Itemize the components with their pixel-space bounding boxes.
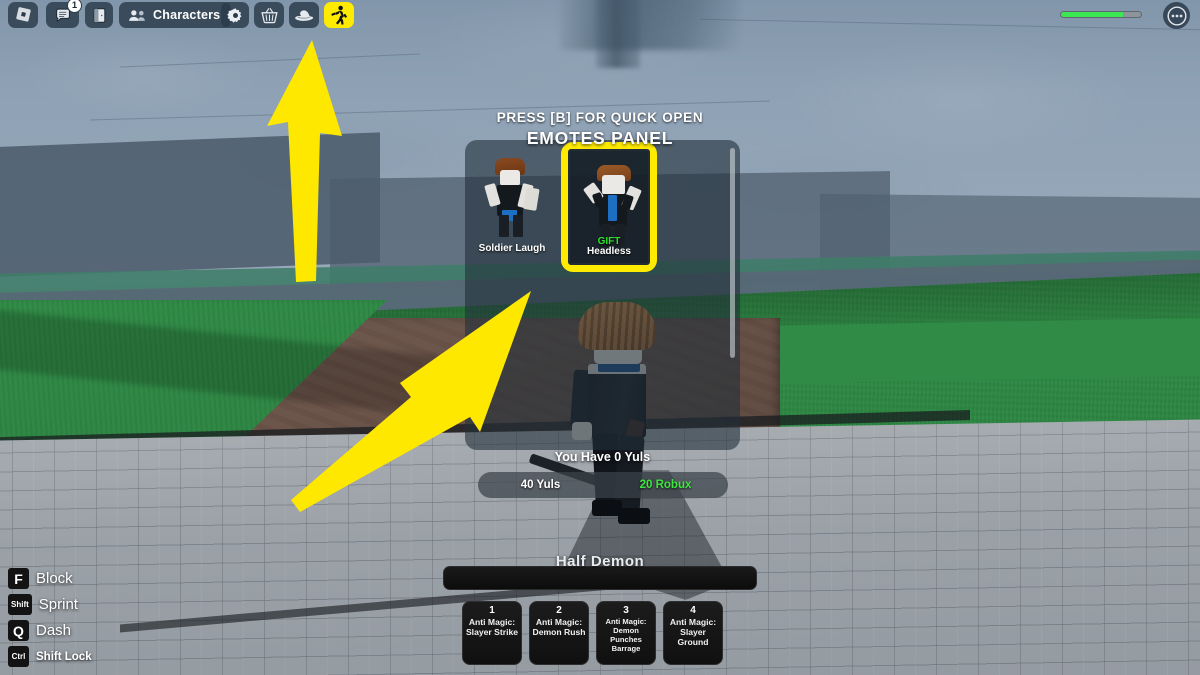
emote-item-headless[interactable]: GIFT Headless: [561, 142, 657, 272]
skill-label: Anti Magic: Demon Punches Barrage: [605, 617, 647, 653]
lawn-right: [740, 317, 1200, 385]
basket-icon: [260, 7, 279, 24]
health-bar-fill: [1061, 12, 1124, 17]
skill-slot-3[interactable]: 3 Anti Magic: Demon Punches Barrage: [596, 601, 656, 665]
keybind-row: Shift Sprint: [8, 594, 92, 615]
skill-slot-4[interactable]: 4 Anti Magic: Slayer Ground: [663, 601, 723, 665]
characters-button[interactable]: Characters: [119, 2, 232, 28]
chat-badge: 1: [67, 0, 82, 13]
skill-label: Anti Magic: Slayer Ground: [669, 617, 717, 647]
key-cap: F: [8, 568, 29, 589]
skill-label: Anti Magic: Demon Rush: [532, 617, 586, 637]
purchase-row: 40 Yuls 20 Robux: [478, 472, 728, 498]
chat-button[interactable]: 1: [46, 0, 82, 28]
skill-key: 2: [556, 605, 562, 616]
emote-item-body: GIFT Headless: [568, 149, 650, 265]
skill-label: Anti Magic: Slayer Strike: [465, 617, 519, 637]
class-name-label: Half Demon: [555, 553, 645, 570]
roblox-logo-button[interactable]: [8, 2, 38, 28]
key-cap: Q: [8, 620, 29, 641]
skill-bar: 1 Anti Magic: Slayer Strike 2 Anti Magic…: [462, 601, 723, 665]
roblox-topbar: 1 Characters: [0, 0, 1200, 30]
key-cap: Shift: [8, 594, 32, 615]
keybind-row: Q Dash: [8, 620, 92, 641]
distant-building: [0, 132, 380, 278]
emote-item-soldier-laugh[interactable]: Soldier Laugh: [473, 148, 551, 260]
keybind-legend: F Block Shift Sprint Q Dash Ctrl Shift L…: [8, 568, 92, 672]
emote-item-name: Headless: [587, 246, 631, 257]
game-screenshot: 1 Characters PRESS [B] FOR QUICK OPEN EM…: [0, 0, 1200, 675]
keybind-row: F Block: [8, 568, 92, 589]
more-menu-button[interactable]: [1163, 2, 1190, 29]
buy-with-robux-button[interactable]: 20 Robux: [603, 472, 728, 498]
more-dots-icon: [1166, 5, 1187, 26]
keybind-action: Block: [36, 570, 73, 587]
emotes-panel-title: EMOTES PANEL: [526, 128, 674, 148]
skill-key: 1: [489, 605, 495, 616]
skill-key: 4: [690, 605, 696, 616]
characters-label: Characters: [153, 8, 221, 22]
settings-button[interactable]: [221, 2, 249, 28]
keybind-action: Sprint: [38, 596, 78, 613]
emotes-grid: Soldier Laugh GIFT Headless: [473, 142, 722, 272]
skill-slot-2[interactable]: 2 Anti Magic: Demon Rush: [529, 601, 589, 665]
emotes-panel-header: PRESS [B] FOR QUICK OPEN EMOTES PANEL: [0, 110, 1200, 149]
panel-button[interactable]: [85, 2, 113, 28]
skill-slot-1[interactable]: 1 Anti Magic: Slayer Strike: [462, 601, 522, 665]
panel-icon: [92, 7, 107, 24]
keybind-row: Ctrl Shift Lock: [8, 646, 92, 667]
gear-icon: [226, 7, 244, 24]
keybind-action: Dash: [36, 622, 72, 639]
key-cap: Ctrl: [8, 646, 29, 667]
emotes-panel[interactable]: Soldier Laugh GIFT Headless: [465, 140, 740, 450]
buy-with-yuls-button[interactable]: 40 Yuls: [478, 472, 603, 498]
yuls-balance: You Have 0 Yuls: [554, 450, 651, 464]
emotes-button[interactable]: [324, 2, 354, 28]
keybind-action: Shift Lock: [36, 650, 92, 663]
emote-person-icon: [330, 5, 348, 25]
hats-button[interactable]: [289, 2, 319, 28]
hat-icon: [294, 8, 314, 23]
emote-item-name: Soldier Laugh: [478, 243, 546, 254]
people-icon: [128, 8, 147, 23]
health-bar: [1060, 11, 1142, 18]
roblox-icon: [15, 6, 32, 24]
skill-key: 3: [623, 605, 629, 616]
character-shoe: [618, 508, 650, 524]
shop-button[interactable]: [254, 2, 284, 28]
emote-item-caption: Soldier Laugh: [473, 148, 551, 260]
emotes-quick-open-hint: PRESS [B] FOR QUICK OPEN: [496, 110, 704, 125]
emotes-scrollbar[interactable]: [730, 148, 735, 358]
